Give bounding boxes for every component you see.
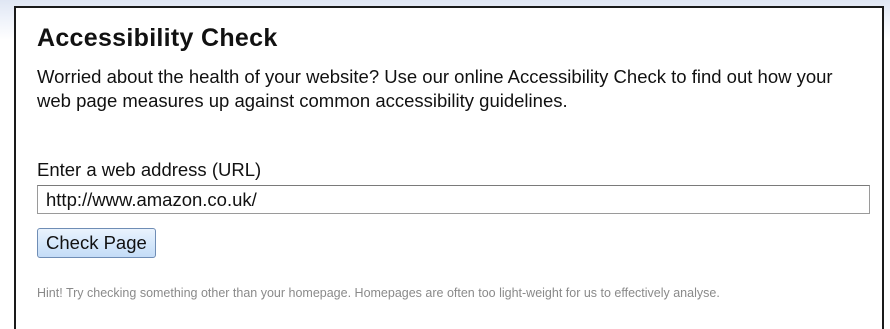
- url-input[interactable]: [37, 185, 870, 214]
- intro-text: Worried about the health of your website…: [37, 66, 833, 111]
- hint-text: Hint! Try checking something other than …: [37, 286, 720, 300]
- url-field-label: Enter a web address (URL): [37, 159, 262, 180]
- page-title: Accessibility Check: [37, 24, 278, 52]
- check-page-button[interactable]: Check Page: [37, 228, 156, 258]
